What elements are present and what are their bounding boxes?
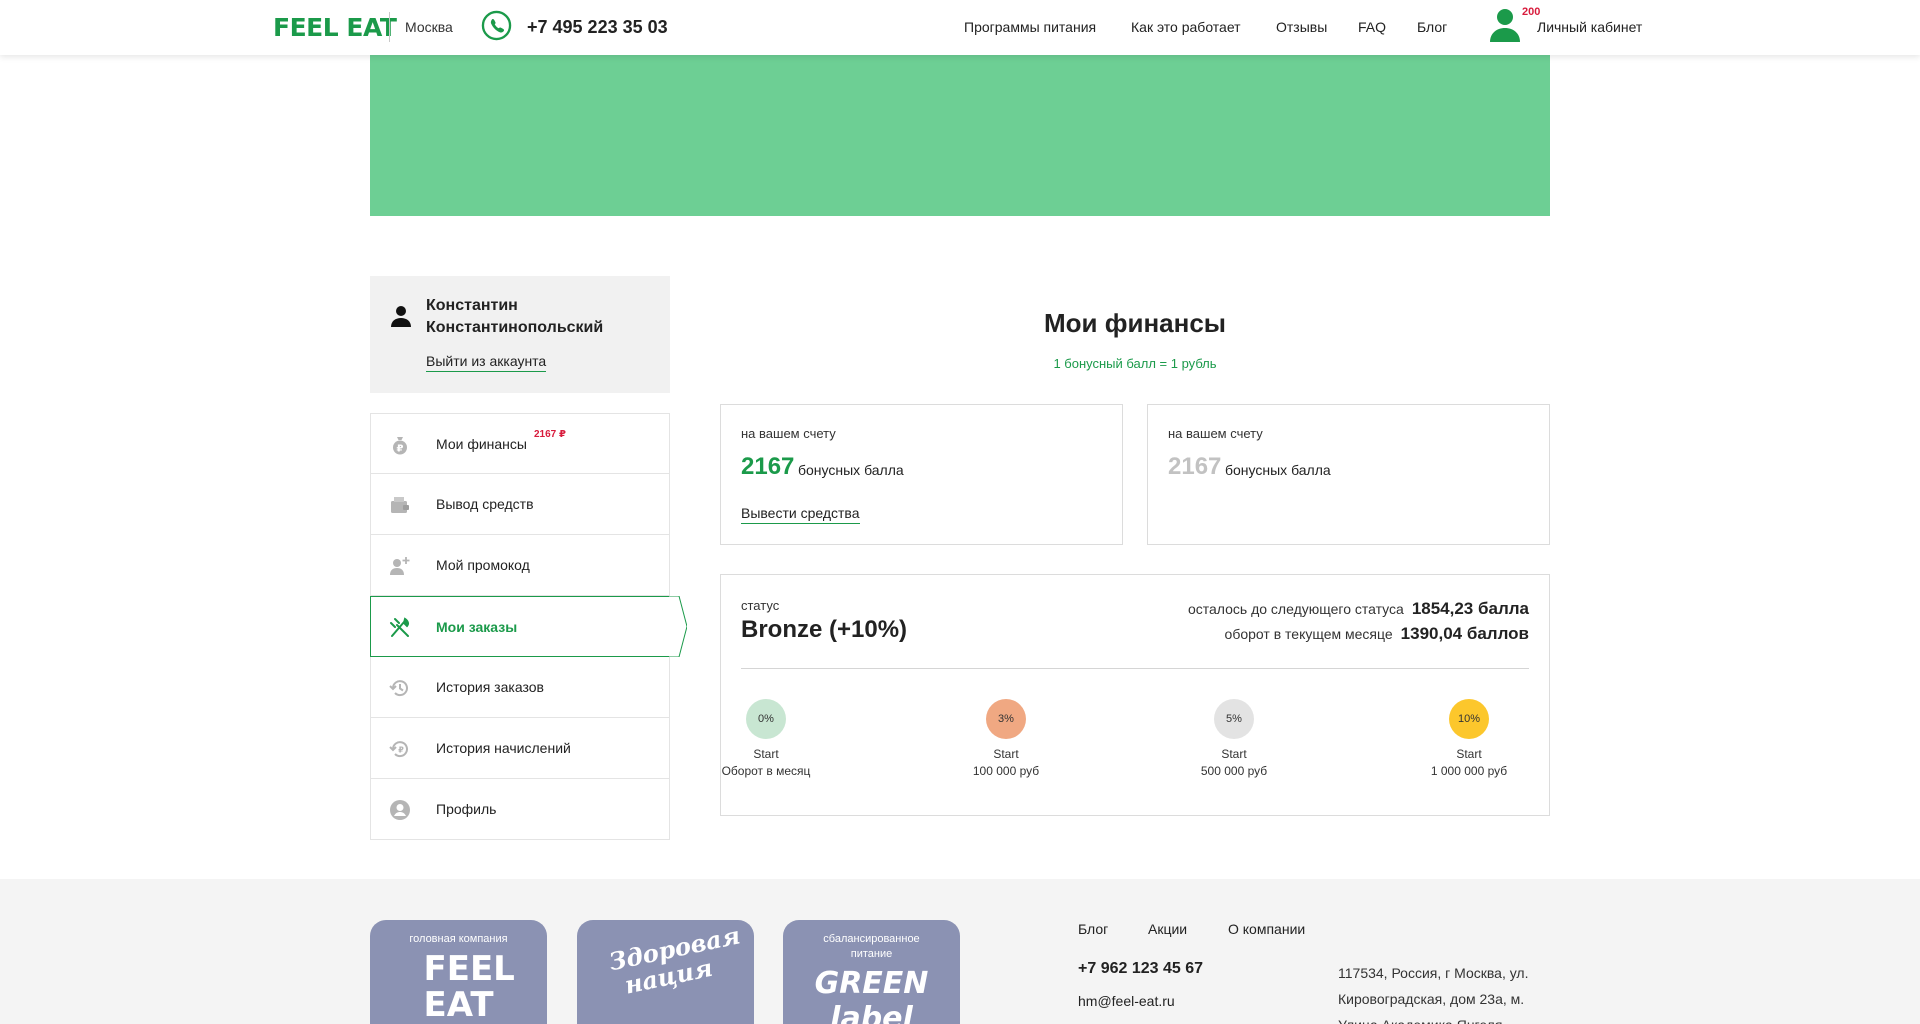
menu-label: Вывод средств bbox=[436, 496, 534, 512]
footer-link-promotions[interactable]: Акции bbox=[1148, 921, 1187, 937]
balance-unit: бонусных балла bbox=[798, 462, 904, 478]
logout-link[interactable]: Выйти из аккаунта bbox=[426, 353, 547, 372]
wallet-icon bbox=[391, 497, 409, 513]
menu-label: Мой промокод bbox=[436, 557, 530, 573]
city-selector[interactable]: Москва bbox=[405, 19, 453, 35]
svg-text:₽: ₽ bbox=[398, 746, 404, 755]
brand-caption: сбалансированное питание bbox=[823, 933, 920, 960]
balance-label: на вашем счету bbox=[1168, 426, 1263, 441]
brand-caption: головная компания bbox=[409, 933, 508, 945]
money-bag-icon: ₽ bbox=[393, 437, 407, 455]
account-menu: ₽ Мои финансы 2167 ₽ Вывод средств Мой п… bbox=[370, 413, 687, 840]
site-footer: головная компания FEEL EAT Здоровая наци… bbox=[0, 879, 1920, 1024]
promo-banner bbox=[370, 55, 1550, 216]
balance-unit: бонусных балла bbox=[1225, 462, 1331, 478]
withdraw-link[interactable]: Вывести средства bbox=[741, 505, 860, 524]
level-title: Start bbox=[993, 747, 1019, 761]
level-title: Start bbox=[1221, 747, 1247, 761]
menu-item-order-history[interactable]: История заказов bbox=[370, 657, 670, 718]
history-icon bbox=[389, 680, 408, 697]
cabinet-badge: 200 bbox=[1522, 6, 1541, 18]
level-threshold: Оборот в месяц bbox=[721, 764, 811, 778]
footer-email[interactable]: hm@feel-eat.ru bbox=[1078, 993, 1175, 1009]
header-phone[interactable]: +7 495 223 35 03 bbox=[527, 17, 668, 38]
nav-how-it-works[interactable]: Как это работает bbox=[1131, 19, 1241, 35]
balance-label: на вашем счету bbox=[741, 426, 836, 441]
menu-item-profile[interactable]: Профиль bbox=[370, 779, 670, 840]
page-title: Мои финансы bbox=[1043, 308, 1226, 338]
level-title: Start bbox=[1456, 747, 1482, 761]
menu-item-withdraw[interactable]: Вывод средств bbox=[370, 474, 670, 535]
menu-item-finances[interactable]: ₽ Мои финансы 2167 ₽ bbox=[370, 413, 670, 474]
nav-programs[interactable]: Программы питания bbox=[964, 19, 1096, 35]
level-10: 10% Start 1 000 000 руб bbox=[1389, 699, 1549, 778]
active-arrow bbox=[669, 596, 687, 657]
level-5: 5% Start 500 000 руб bbox=[1154, 699, 1314, 778]
remaining-label: осталось до следующего статуса bbox=[1187, 601, 1404, 617]
level-badge: 5% bbox=[1214, 699, 1254, 739]
menu-label: Профиль bbox=[436, 801, 497, 817]
footer-link-about[interactable]: О компании bbox=[1228, 921, 1305, 937]
user-icon[interactable] bbox=[1489, 8, 1521, 42]
brand-logo-text: FEEL EAT bbox=[423, 949, 515, 1024]
balance-value: 2167 bbox=[741, 453, 795, 480]
finances-badge: 2167 ₽ bbox=[534, 429, 566, 440]
level-0: 0% Start Оборот в месяц bbox=[686, 699, 846, 778]
level-threshold: 100 000 руб bbox=[972, 764, 1040, 778]
balance-value: 2167 bbox=[1168, 453, 1222, 480]
menu-item-accrual-history[interactable]: ₽ История начислений bbox=[370, 718, 670, 779]
svg-text:₽: ₽ bbox=[397, 444, 404, 455]
brand-logo-text: Здоровая нация bbox=[605, 920, 743, 1000]
level-badge: 0% bbox=[746, 699, 786, 739]
menu-label: История заказов bbox=[436, 679, 544, 695]
turnover-value: 1390,04 баллов bbox=[1400, 624, 1529, 643]
money-history-icon: ₽ bbox=[389, 741, 408, 758]
bonus-rate-note: 1 бонусный балл = 1 рубль bbox=[1053, 356, 1217, 371]
add-user-icon bbox=[390, 557, 410, 575]
remaining-value: 1854,23 балла bbox=[1411, 599, 1529, 618]
level-badge: 10% bbox=[1449, 699, 1489, 739]
footer-phone[interactable]: +7 962 123 45 67 bbox=[1078, 960, 1203, 978]
turnover-label: оборот в текущем месяце bbox=[1224, 626, 1393, 642]
user-icon bbox=[391, 306, 411, 327]
level-threshold: 1 000 000 руб bbox=[1430, 764, 1508, 778]
brand-green-label[interactable]: сбалансированное питание GREEN label bbox=[783, 920, 960, 1024]
balance-card: на вашем счету 2167 бонусных балла Вывес… bbox=[720, 404, 1123, 545]
menu-item-promocode[interactable]: Мой промокод bbox=[370, 535, 670, 596]
nav-reviews[interactable]: Отзывы bbox=[1276, 19, 1327, 35]
user-card: Константин Константинопольский Выйти из … bbox=[370, 276, 670, 393]
level-badge: 3% bbox=[986, 699, 1026, 739]
site-header: FEEL EAT Москва +7 495 223 35 03 Програм… bbox=[0, 0, 1920, 55]
user-name: Константин Константинопольский bbox=[426, 297, 604, 336]
balance-card-secondary: на вашем счету 2167 бонусных балла bbox=[1147, 404, 1550, 545]
menu-label: История начислений bbox=[436, 740, 571, 756]
level-3: 3% Start 100 000 руб bbox=[926, 699, 1086, 778]
status-card: статус Bronze (+10%) осталось до следующ… bbox=[720, 574, 1550, 816]
menu-item-orders[interactable]: Мои заказы bbox=[370, 596, 687, 657]
status-divider bbox=[741, 668, 1529, 669]
brand-zdorovaya-natsiya[interactable]: Здоровая нация bbox=[577, 920, 754, 1024]
phone-icon[interactable] bbox=[481, 10, 512, 41]
nav-blog[interactable]: Блог bbox=[1417, 19, 1447, 35]
logo[interactable]: FEEL EAT bbox=[273, 13, 397, 42]
footer-address: 117534, Россия, г Москва, ул. Кировоград… bbox=[1338, 965, 1529, 1024]
turnover-row: оборот в текущем месяце 1390,04 баллов bbox=[1225, 624, 1529, 644]
status-value: Bronze (+10%) bbox=[741, 616, 908, 643]
header-divider bbox=[389, 12, 390, 42]
level-title: Start bbox=[753, 747, 779, 761]
level-threshold: 500 000 руб bbox=[1200, 764, 1268, 778]
cabinet-link[interactable]: Личный кабинет bbox=[1537, 19, 1642, 35]
brand-logo-text: GREEN label bbox=[814, 966, 929, 1024]
nav-faq[interactable]: FAQ bbox=[1358, 19, 1386, 35]
footer-link-blog[interactable]: Блог bbox=[1078, 921, 1108, 937]
remaining-row: осталось до следующего статуса 1854,23 ба… bbox=[1188, 599, 1529, 619]
fork-knife-icon bbox=[390, 617, 410, 637]
brand-feel-eat[interactable]: головная компания FEEL EAT bbox=[370, 920, 547, 1024]
menu-label: Мои финансы bbox=[436, 436, 527, 452]
status-label: статус bbox=[741, 598, 780, 613]
menu-label: Мои заказы bbox=[436, 619, 518, 635]
profile-icon bbox=[390, 800, 410, 820]
